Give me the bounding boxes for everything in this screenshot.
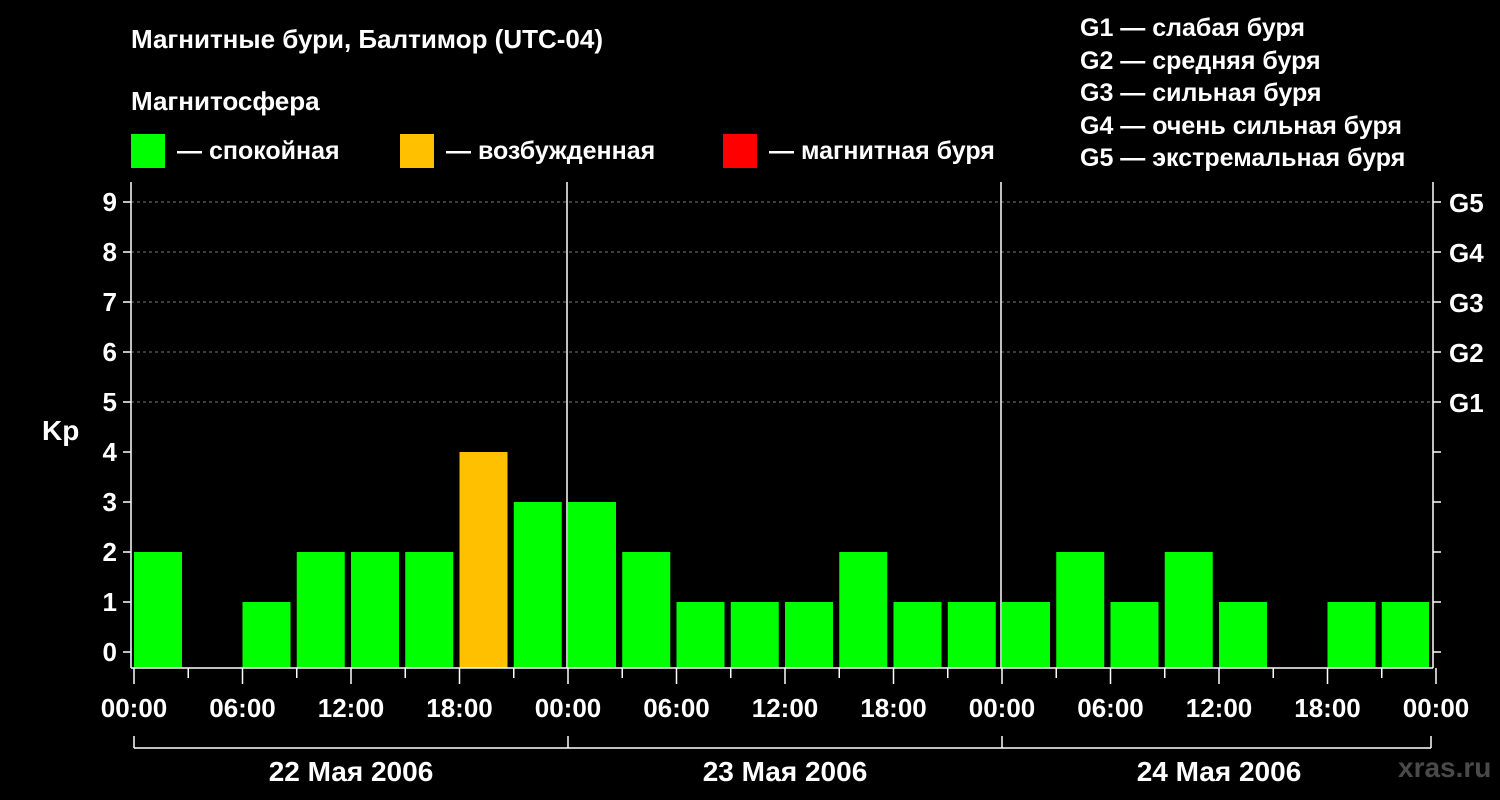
day-label: 23 Мая 2006 [703, 756, 868, 787]
y-axis-label: Kp [42, 415, 79, 446]
kp-bar [351, 552, 399, 668]
y-tick-label: 9 [103, 187, 117, 217]
kp-bar [1110, 602, 1159, 668]
x-tick-label: 18:00 [426, 693, 493, 723]
x-tick-label: 06:00 [209, 693, 276, 723]
kp-bar [785, 602, 833, 668]
kp-bar [1056, 552, 1105, 668]
x-tick-label: 00:00 [1403, 693, 1470, 723]
x-tick-label: 00:00 [535, 693, 602, 723]
x-tick-label: 00:00 [101, 693, 168, 723]
kp-bar-chart: 0 1 2 3 4 5 6 7 8 9 G1 G2 G3 G4 G5 Kp 00:00 06:00 12:00 18:… [42, 182, 1484, 787]
g-level-label: G3 [1449, 288, 1484, 318]
kp-bar [513, 502, 562, 668]
x-tick-label: 00:00 [969, 693, 1036, 723]
g-level-label: G1 [1449, 388, 1484, 418]
kp-bar [1164, 552, 1213, 668]
x-tick-label: 12:00 [1186, 693, 1253, 723]
y-tick-label: 2 [103, 537, 117, 567]
day-label: 24 Мая 2006 [1137, 756, 1302, 787]
kp-bar [296, 552, 345, 668]
kp-bar [1381, 602, 1429, 668]
y-tick-label: 1 [103, 587, 117, 617]
g-level-label: G2 [1449, 338, 1484, 368]
y-tick-label: 4 [103, 437, 118, 467]
g-level-label: G5 [1449, 188, 1484, 218]
x-tick-label: 06:00 [1077, 693, 1144, 723]
kp-bar [134, 552, 182, 668]
watermark: xras.ru [1398, 752, 1492, 783]
y-tick-label: 0 [103, 637, 117, 667]
kp-bar [893, 602, 942, 668]
x-tick-label: 06:00 [643, 693, 710, 723]
x-tick-label: 12:00 [752, 693, 819, 723]
kp-bar [839, 552, 888, 668]
kp-bar [568, 502, 616, 668]
day-label: 22 Мая 2006 [269, 756, 434, 787]
g-level-label: G4 [1449, 238, 1484, 268]
x-tick-label: 12:00 [318, 693, 385, 723]
y-tick-label: 5 [103, 387, 117, 417]
kp-bar [947, 602, 996, 668]
kp-bar [622, 552, 671, 668]
kp-bar [1327, 602, 1376, 668]
kp-bar [676, 602, 725, 668]
y-tick-label: 3 [103, 487, 117, 517]
kp-bar [459, 452, 508, 668]
kp-bar [405, 552, 454, 668]
y-tick-label: 8 [103, 237, 117, 267]
kp-bar [242, 602, 291, 668]
kp-bar [1219, 602, 1267, 668]
kp-bar [730, 602, 779, 668]
x-tick-label: 18:00 [860, 693, 927, 723]
kp-bar [1002, 602, 1050, 668]
y-tick-label: 7 [103, 287, 117, 317]
y-tick-label: 6 [103, 337, 117, 367]
x-tick-label: 18:00 [1294, 693, 1361, 723]
